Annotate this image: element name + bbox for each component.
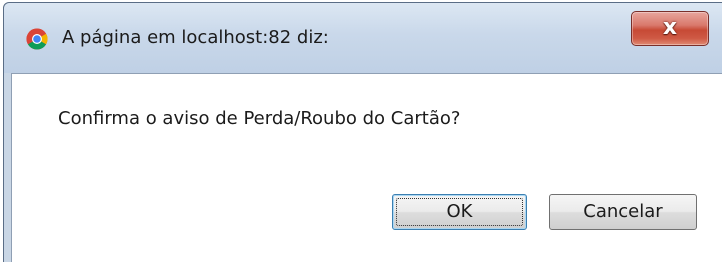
close-icon: x xyxy=(662,15,678,40)
dialog-message: Confirma o aviso de Perda/Roubo do Cartã… xyxy=(58,108,461,129)
close-button[interactable]: x xyxy=(631,11,709,46)
focus-ring xyxy=(396,198,523,226)
cancel-button[interactable]: Cancelar xyxy=(549,194,697,230)
chrome-icon xyxy=(26,28,48,50)
dialog-title: A página em localhost:82 diz: xyxy=(62,27,329,48)
confirm-dialog: A página em localhost:82 diz: x Confirma… xyxy=(3,2,722,262)
ok-button[interactable]: OK xyxy=(392,194,527,230)
dialog-content: Confirma o aviso de Perda/Roubo do Cartã… xyxy=(11,73,722,262)
screen: A página em localhost:82 diz: x Confirma… xyxy=(0,0,722,262)
cancel-button-label: Cancelar xyxy=(583,201,663,222)
dialog-titlebar[interactable]: A página em localhost:82 diz: x xyxy=(4,3,722,73)
